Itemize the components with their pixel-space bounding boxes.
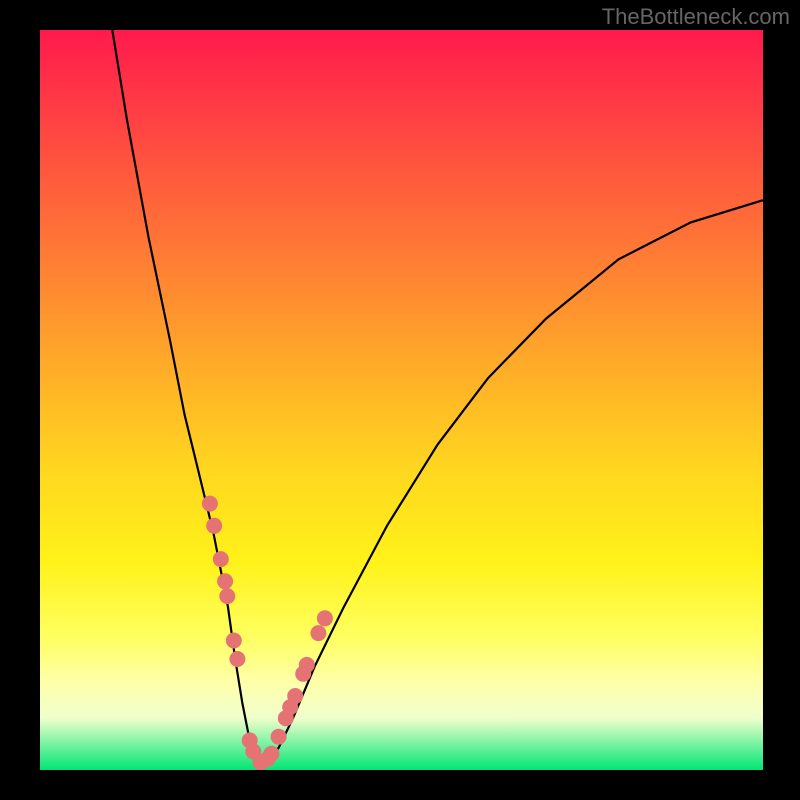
chart-frame: TheBottleneck.com [0, 0, 800, 800]
bottleneck-curve [112, 30, 763, 763]
marker-dot [299, 657, 315, 673]
marker-dot [229, 651, 245, 667]
marker-dot [219, 588, 235, 604]
plot-area [40, 30, 763, 770]
marker-dot [213, 551, 229, 567]
curve-layer [40, 30, 763, 770]
marker-dot [202, 496, 218, 512]
marker-dot [271, 729, 287, 745]
watermark-text: TheBottleneck.com [602, 4, 790, 30]
marker-dot [217, 573, 233, 589]
marker-dot [310, 625, 326, 641]
marker-dot [226, 633, 242, 649]
highlight-markers [202, 496, 333, 770]
marker-dot [263, 746, 279, 762]
marker-dot [317, 610, 333, 626]
marker-dot [287, 688, 303, 704]
marker-dot [206, 518, 222, 534]
